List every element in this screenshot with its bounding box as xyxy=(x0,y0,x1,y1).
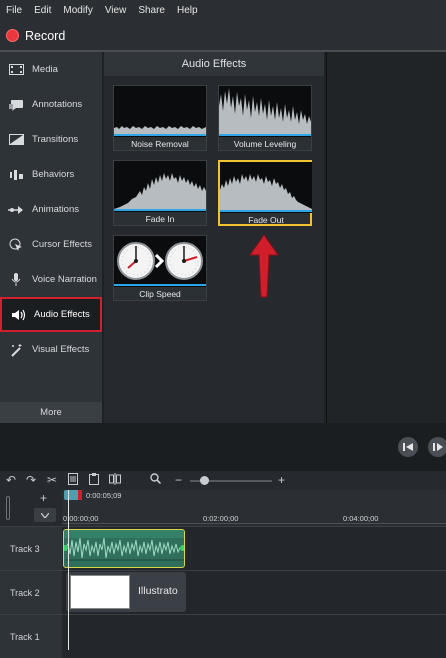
zoom-slider-handle[interactable] xyxy=(200,476,209,485)
sidebar-item-audio-effects[interactable]: Audio Effects xyxy=(0,297,102,332)
magic-wand-icon xyxy=(8,343,24,357)
sidebar-item-label: Cursor Effects xyxy=(32,239,93,250)
sidebar-item-voice-narration[interactable]: Voice Narration xyxy=(0,262,102,297)
tile-label: Volume Leveling xyxy=(233,139,297,149)
record-dot-icon[interactable] xyxy=(6,29,19,42)
track-label[interactable]: Track 1 xyxy=(0,615,62,658)
split-icon[interactable] xyxy=(109,473,121,488)
animation-arrow-icon xyxy=(8,203,24,217)
track-height-slider[interactable] xyxy=(6,496,10,520)
zoom-in-button[interactable]: + xyxy=(278,473,285,487)
sidebar-item-label: Visual Effects xyxy=(32,344,90,355)
timeline-toolbar: ↶ ↷ ✂ − + xyxy=(0,471,446,490)
more-button[interactable]: More xyxy=(0,402,102,423)
playhead-marker xyxy=(78,490,82,500)
step-back-button[interactable] xyxy=(398,437,418,457)
sidebar-item-label: Annotations xyxy=(32,99,83,110)
playback-controls-bar xyxy=(0,423,446,471)
effect-tile-fade-in[interactable]: Fade In xyxy=(113,160,207,226)
record-button[interactable]: Record xyxy=(25,29,65,43)
menu-edit[interactable]: Edit xyxy=(34,5,51,16)
timeline-ruler[interactable]: 0:00:05;09 0:00:00;00 0:02:00;00 0:04:00… xyxy=(62,490,446,526)
sidebar-item-visual-effects[interactable]: Visual Effects xyxy=(0,332,102,367)
track-options-dropdown[interactable] xyxy=(34,508,56,522)
tile-label: Fade Out xyxy=(248,215,284,225)
menu-share[interactable]: Share xyxy=(138,5,165,16)
track-label[interactable]: Track 2 xyxy=(0,571,62,614)
timeline-left-controls: + xyxy=(0,490,62,526)
cut-icon[interactable]: ✂ xyxy=(47,473,57,487)
canvas-preview-area xyxy=(326,52,446,423)
media-clip-thumbnail xyxy=(70,575,130,609)
effect-tile-clip-speed[interactable]: Clip Speed xyxy=(113,235,207,301)
track-body[interactable] xyxy=(62,615,446,658)
sidebar-item-label: Transitions xyxy=(32,134,79,145)
film-strip-icon xyxy=(8,63,24,77)
play-button[interactable] xyxy=(428,437,446,457)
speaker-icon xyxy=(10,308,26,322)
effect-tile-noise-removal[interactable]: Noise Removal xyxy=(113,85,207,151)
zoom-search-icon[interactable] xyxy=(150,473,162,487)
ruler-label: 0:02:00;00 xyxy=(203,514,239,523)
play-icon xyxy=(433,443,443,451)
noise-removal-thumbnail xyxy=(114,86,206,137)
ruler-label: 0:04:00;00 xyxy=(343,514,379,523)
panel-title: Audio Effects xyxy=(104,52,324,76)
effect-tile-fade-out[interactable]: Fade Out xyxy=(218,160,312,226)
sidebar-item-label: Media xyxy=(32,64,58,75)
track-label[interactable]: Track 3 xyxy=(0,527,62,570)
zoom-out-button[interactable]: − xyxy=(175,473,182,487)
cursor-icon xyxy=(8,238,24,252)
menu-modify[interactable]: Modify xyxy=(63,5,92,16)
audio-waveform xyxy=(64,530,184,561)
redo-icon[interactable]: ↷ xyxy=(26,473,36,487)
sidebar-item-cursor-effects[interactable]: Cursor Effects xyxy=(0,227,102,262)
microphone-icon xyxy=(8,272,24,287)
playhead-time: 0:00:05;09 xyxy=(86,491,122,500)
sidebar-item-label: Audio Effects xyxy=(34,309,90,320)
playhead-line xyxy=(68,490,69,650)
sidebar-item-annotations[interactable]: Annotations xyxy=(0,87,102,122)
tile-label: Noise Removal xyxy=(131,139,189,149)
record-bar: Record xyxy=(0,21,446,52)
tile-label: Clip Speed xyxy=(139,289,181,299)
fade-handle-right[interactable] xyxy=(180,545,184,551)
annotation-icon xyxy=(8,98,24,112)
behaviors-icon xyxy=(8,168,24,182)
menu-bar: File Edit Modify View Share Help xyxy=(0,0,446,21)
tile-label: Fade In xyxy=(145,214,175,224)
sidebar-item-animations[interactable]: Animations xyxy=(0,192,102,227)
media-clip-label: Illustrato xyxy=(138,585,178,597)
media-clip[interactable]: Illustrato xyxy=(66,572,186,612)
sidebar-item-transitions[interactable]: Transitions xyxy=(0,122,102,157)
clip-speed-thumbnail xyxy=(114,236,206,287)
undo-icon[interactable]: ↶ xyxy=(6,473,16,487)
sidebar-item-media[interactable]: Media xyxy=(0,52,102,87)
pointer-arrow-annotation xyxy=(249,234,279,298)
volume-leveling-thumbnail xyxy=(219,86,311,137)
fade-in-thumbnail xyxy=(114,161,206,212)
track-row-1: Track 1 xyxy=(0,614,446,658)
transition-icon xyxy=(8,133,24,147)
effect-tile-volume-leveling[interactable]: Volume Leveling xyxy=(218,85,312,151)
ruler-baseline xyxy=(62,523,446,524)
fade-out-thumbnail xyxy=(220,162,312,213)
add-track-button[interactable]: + xyxy=(40,491,47,505)
chevron-down-icon xyxy=(41,512,49,518)
step-back-icon xyxy=(403,443,413,451)
copy-icon[interactable] xyxy=(68,473,78,488)
sidebar-item-label: Voice Narration xyxy=(32,274,97,285)
sidebar-item-behaviors[interactable]: Behaviors xyxy=(0,157,102,192)
menu-file[interactable]: File xyxy=(6,5,22,16)
paste-icon[interactable] xyxy=(89,473,99,488)
sidebar-item-label: Animations xyxy=(32,204,79,215)
menu-help[interactable]: Help xyxy=(177,5,198,16)
sidebar-item-label: Behaviors xyxy=(32,169,75,180)
menu-view[interactable]: View xyxy=(105,5,127,16)
audio-clip[interactable] xyxy=(63,529,185,568)
